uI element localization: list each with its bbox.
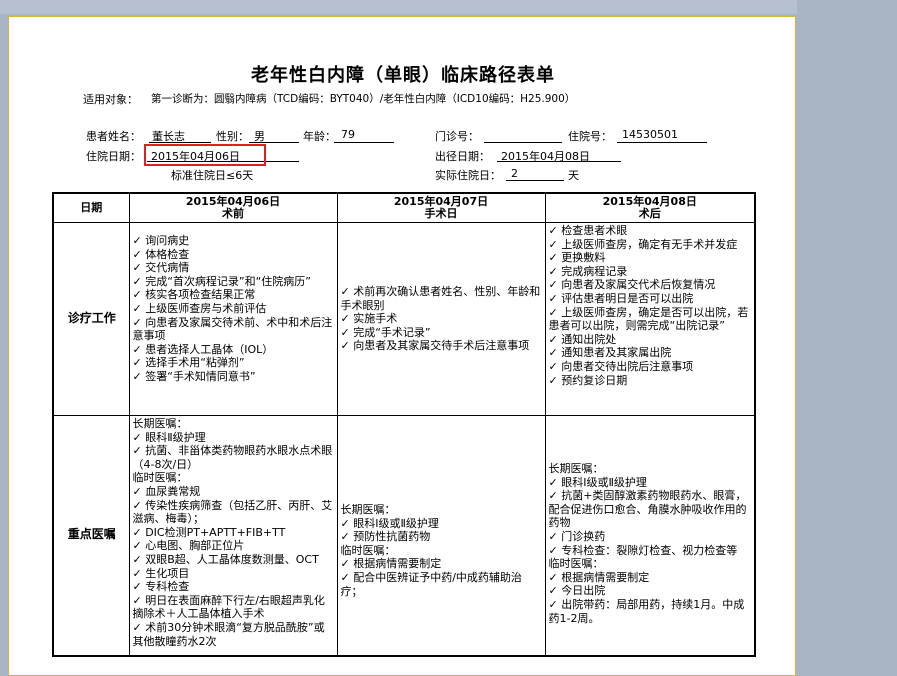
window-top-strip [0,0,897,14]
treatment-day3-cell: ✓ 检查患者术眼 ✓ 上级医师查房，确定有无手术并发症 ✓ 更换敷料 ✓ 完成病程记录… [544,222,756,416]
pathway-table: 日期 2015年04月06日 术前 2015年04月07日 手术日 2015年04月… [52,192,756,657]
list-item: ✓ 生化项目 [132,566,190,580]
list-item: ✓ 患者选择人工晶体（IOL） [132,342,274,356]
table-header-row: 日期 2015年04月06日 术前 2015年04月07日 手术日 2015年04月… [52,192,756,223]
patient-name-underline [149,142,211,143]
scope-label: 适用对象： [83,93,138,106]
admit-date-label: 住院日期： [86,150,141,163]
list-item: ✓ 向患者及家属交代术后恢复情况 [548,278,716,292]
actual-stay-label: 实际住院日： [435,169,501,182]
clinic-no-label: 门诊号： [435,130,479,143]
list-item: ✓ 向患者交待出院后注意事项 [548,359,694,373]
age-value: 79 [341,128,355,141]
list-item: ✓ 上级医师查房，确定有无手术并发症 [548,237,738,251]
list-item: ✓ 完成“手术记录” [340,325,431,339]
list-item: ✓ 预防性抗菌药物 [340,530,431,544]
list-item: ✓ 核实各项检查结果正常 [132,288,256,302]
list-item: ✓ 抗菌、非甾体类药物眼药水眼水点术眼（4-8次/日） [132,444,333,471]
list-item: ✓ 根据病情需要制定 [340,557,442,571]
list-item: ✓ 体格检查 [132,247,190,261]
list-item: ✓ 评估患者明日是否可以出院 [548,291,694,305]
header-day2: 2015年04月07日 手术日 [336,192,546,223]
list-item: 长期医嘱： [340,503,396,516]
list-item: ✓ 完成病程记录 [548,264,628,278]
row-label-treatment: 诊疗工作 [52,222,130,416]
list-item: ✓ 双眼B超、人工晶体度数测量、OCT [132,552,319,566]
age-label: 年龄： [303,130,336,143]
list-item: ✓ 检查患者术眼 [548,224,628,237]
inpatient-no: 14530501 [622,128,678,141]
header-date-label: 日期 [52,192,130,223]
header-day2-phase: 手术日 [424,207,458,220]
list-item: ✓ 眼科Ⅰ级或Ⅱ级护理 [548,475,647,489]
document-title: 老年性白内障（单眼）临床路径表单 [251,65,555,86]
sex-label: 性别： [216,130,249,143]
table-row: 重点医嘱 长期医嘱： ✓ 眼科Ⅱ级护理 ✓ 抗菌、非甾体类药物眼药水眼水点术眼（4-… [52,415,756,656]
row-label-orders: 重点医嘱 [52,415,130,656]
list-item: ✓ 抗菌+类固醇激素药物眼药水、眼膏，配合促进伤口愈合、角膜水肿吸收作用的药物 [548,489,747,530]
list-item: ✓ 专科检查 [132,580,190,594]
orders-day3-cell: 长期医嘱： ✓ 眼科Ⅰ级或Ⅱ级护理 ✓ 抗菌+类固醇激素药物眼药水、眼膏，配合促进伤… [544,415,756,656]
treatment-day1-cell: ✓ 询问病史 ✓ 体格检查 ✓ 交代病情 ✓ 完成“首次病程记录”和“住院病历” ✓ 核… [128,222,338,416]
actual-stay-unit: 天 [568,169,579,182]
list-item: ✓ 交代病情 [132,261,190,275]
list-item: ✓ 上级医师查房，确定是否可以出院，若患者可以出院，则需完成“出院记录” [548,305,749,333]
list-item: ✓ DIC检测PT+APTT+FIB+TT [132,525,286,539]
list-item: ✓ 心电图、胸部正位片 [132,539,245,553]
list-item: ✓ 向患者及家属交待术前、术中和术后注意事项 [132,315,333,343]
list-item: ✓ 出院带药：局部用药，持续1月。中成药1-2周。 [548,597,745,625]
list-item: ✓ 术前再次确认患者姓名、性别、年龄和手术眼别 [340,285,541,312]
inpatient-no-underline [617,142,707,143]
list-item: ✓ 传染性疾病筛查（包括乙肝、丙肝、艾滋病、梅毒）； [132,498,333,526]
highlight-box [144,144,266,166]
list-item: ✓ 完成“首次病程记录”和“住院病历” [132,274,312,288]
list-item: ✓ 实施手术 [340,312,398,326]
inpatient-no-label: 住院号： [568,130,612,143]
discharge-date-label: 出径日期： [435,150,490,163]
list-item: 临时医嘱： [340,543,396,557]
list-item: ✓ 眼科Ⅱ级护理 [132,430,206,444]
list-item: ✓ 向患者及其家属交待手术后注意事项 [340,339,530,353]
header-day3: 2015年04月08日 术后 [544,192,756,223]
list-item: ✓ 询问病史 [132,234,190,247]
list-item: 长期医嘱： [548,462,604,475]
table-row: 诊疗工作 ✓ 询问病史 ✓ 体格检查 ✓ 交代病情 ✓ 完成“首次病程记录”和“住院病… [52,222,756,416]
actual-stay-underline [506,180,564,181]
list-item: ✓ 明日在表面麻醉下行左/右眼超声乳化摘除术＋人工晶体植入手术 [132,593,325,621]
list-item: ✓ 选择手术用“粘弹剂” [132,356,245,370]
list-item: ✓ 眼科Ⅰ级或Ⅱ级护理 [340,516,439,530]
list-item: ✓ 专科检查：裂隙灯检查、视力检查等 [548,543,738,557]
sex-underline [249,142,299,143]
list-item: ✓ 血尿粪常规 [132,484,201,498]
document-page: 老年性白内障（单眼）临床路径表单 适用对象： 第一诊断为：圆翳内障病（TCD编码… [8,16,796,676]
list-item: ✓ 配合中医辨证予中药/中成药辅助治疗； [340,570,522,598]
standard-stay: 标准住院日≤6天 [171,169,254,182]
list-item: ✓ 签署“手术知情同意书” [132,369,256,383]
header-day1-phase: 术前 [222,207,244,220]
orders-day2-cell: 长期医嘱： ✓ 眼科Ⅰ级或Ⅱ级护理 ✓ 预防性抗菌药物 临时医嘱： ✓ 根据病情需要制定… [336,415,546,656]
treatment-day2-cell: ✓ 术前再次确认患者姓名、性别、年龄和手术眼别 ✓ 实施手术 ✓ 完成“手术记录” ✓… [336,222,546,416]
age-underline [334,142,394,143]
list-item: ✓ 更换敷料 [548,251,606,265]
header-day3-phase: 术后 [638,207,661,220]
actual-stay-value: 2 [511,167,518,180]
list-item: ✓ 根据病情需要制定 [548,570,650,584]
list-item: ✓ 今日出院 [548,584,606,598]
header-day1: 2015年04月06日 术前 [128,192,338,223]
viewer-background [797,0,897,662]
list-item: ✓ 预约复诊日期 [548,373,628,387]
list-item: ✓ 术前30分钟术眼滴“复方脱品酰胺”或其他散瞳药水2次 [132,620,325,648]
list-item: 临时医嘱： [132,471,188,485]
scope-text: 第一诊断为：圆翳内障病（TCD编码：BYT040）/老年性白内障（ICD10编码… [151,93,576,105]
clinic-no-underline [484,142,562,143]
patient-name-label: 患者姓名： [86,130,141,143]
discharge-date-underline [497,161,621,162]
orders-day1-cell: 长期医嘱： ✓ 眼科Ⅱ级护理 ✓ 抗菌、非甾体类药物眼药水眼水点术眼（4-8次/日）… [128,415,338,656]
list-item: ✓ 通知出院处 [548,332,617,346]
list-item: 临时医嘱： [548,557,604,571]
list-item: 长期医嘱： [132,417,188,430]
list-item: ✓ 上级医师查房与术前评估 [132,301,267,315]
list-item: ✓ 通知患者及其家属出院 [548,346,672,360]
list-item: ✓ 门诊换药 [548,529,606,543]
